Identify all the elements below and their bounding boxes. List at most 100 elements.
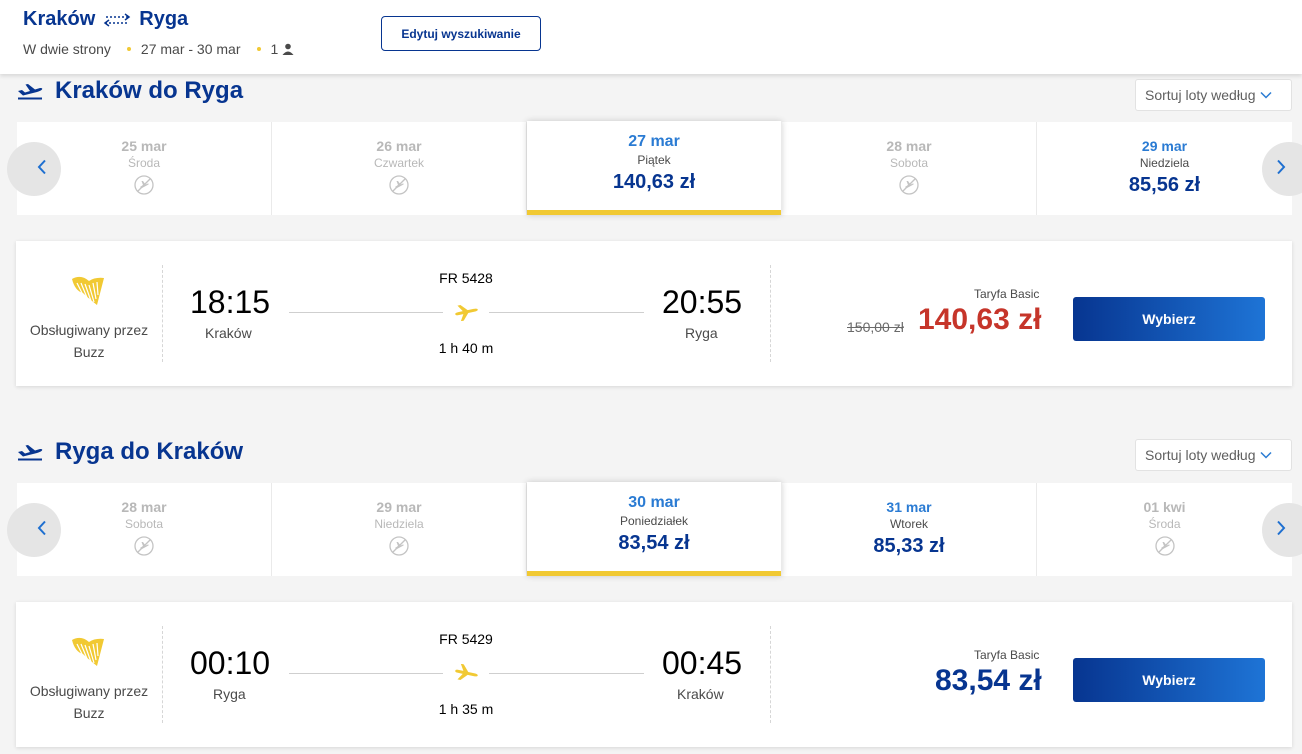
chevron-right-icon — [1276, 159, 1286, 180]
passenger-count: 1 — [270, 41, 279, 57]
tile-price: 85,33 zł — [873, 535, 945, 557]
operator-text: Obsługiwany przez Buzz — [29, 322, 149, 360]
date-tile: 29 mar Niedziela — [272, 483, 527, 576]
tile-price: 140,63 zł — [612, 171, 696, 193]
divider — [770, 626, 771, 723]
departure-city: Kraków — [205, 325, 252, 341]
tile-weekday: Poniedziałek — [619, 514, 689, 528]
date-tile[interactable]: 31 mar Wtorek 85,33 zł — [782, 483, 1037, 576]
plane-icon — [453, 663, 479, 687]
inbound-date-carousel: 28 mar Sobota 29 mar Niedziela 30 mar Po… — [7, 482, 1302, 576]
date-tile[interactable]: 29 mar Niedziela 85,56 zł — [1037, 122, 1292, 215]
destination-city: Ryga — [139, 8, 189, 30]
departure-time: 00:10 — [190, 645, 271, 681]
tile-date: 26 mar — [376, 138, 422, 154]
separator-dot — [256, 47, 261, 51]
plane-takeoff-icon — [17, 443, 43, 461]
tile-weekday: Sobota — [889, 156, 929, 170]
flight-number: FR 5428 — [439, 270, 493, 286]
date-tile: 01 kwi Środa — [1037, 483, 1292, 576]
tile-date: 30 mar — [628, 494, 680, 511]
previous-dates-button[interactable] — [7, 503, 61, 557]
route-line — [289, 312, 443, 313]
tile-weekday: Wtorek — [889, 517, 928, 531]
outbound-date-carousel: 25 mar Środa 26 mar Czwartek 27 mar Piąt… — [7, 121, 1302, 215]
departure-city: Ryga — [213, 686, 246, 702]
passenger-icon — [282, 43, 294, 55]
section-title-text: Ryga do Kraków — [55, 438, 244, 465]
select-flight-button[interactable]: Wybierz — [1073, 658, 1265, 702]
tile-price: 83,54 zł — [618, 532, 690, 554]
chevron-right-icon — [1276, 520, 1286, 541]
tile-weekday: Piątek — [637, 153, 671, 167]
tile-date: 01 kwi — [1143, 499, 1186, 515]
sort-label: Sortuj loty według — [1145, 447, 1256, 463]
date-tile-selected[interactable]: 27 mar Piątek 140,63 zł — [527, 121, 782, 215]
section-title-text: Kraków do Ryga — [55, 77, 244, 104]
date-tile-selected[interactable]: 30 mar Poniedziałek 83,54 zł — [527, 482, 782, 576]
trip-header: Kraków Ryga W dwie strony 27 mar - 30 ma… — [0, 0, 1302, 74]
no-flight-icon — [899, 175, 919, 195]
no-flight-icon — [1154, 536, 1175, 556]
no-flight-icon — [134, 536, 154, 556]
trip-dates: 27 mar - 30 mar — [140, 41, 241, 57]
route-line — [289, 673, 443, 674]
chevron-left-icon — [37, 159, 47, 180]
old-price: 150,00 zł — [847, 319, 904, 335]
arrival-city: Ryga — [685, 325, 718, 341]
divider — [770, 265, 771, 362]
selected-indicator — [527, 210, 781, 215]
tile-weekday: Niedziela — [1139, 156, 1190, 170]
origin-city: Kraków — [23, 8, 96, 30]
operator-block: Obsługiwany przez Buzz — [16, 602, 162, 747]
chevron-left-icon — [37, 520, 47, 541]
tile-date: 31 mar — [886, 499, 932, 515]
harp-logo — [69, 275, 107, 314]
sort-label: Sortuj loty według — [1145, 87, 1256, 103]
previous-dates-button[interactable] — [7, 142, 61, 196]
edit-search-button[interactable]: Edytuj wyszukiwanie — [381, 16, 541, 51]
route-line — [489, 673, 644, 674]
divider — [162, 265, 163, 362]
arrival-city: Kraków — [677, 686, 724, 702]
arrival-time: 00:45 — [662, 645, 743, 681]
tile-date: 29 mar — [376, 499, 422, 515]
tile-weekday: Środa — [1148, 517, 1181, 531]
flight-price: 83,54 zł — [935, 664, 1042, 697]
fare-label: Taryfa Basic — [974, 287, 1040, 301]
no-flight-icon — [389, 175, 409, 195]
select-flight-button[interactable]: Wybierz — [1073, 297, 1265, 341]
divider — [162, 626, 163, 723]
no-flight-icon — [389, 536, 409, 556]
departure-time: 18:15 — [190, 284, 271, 320]
outbound-flight-card: Obsługiwany przez Buzz 18:15 Kraków FR 5… — [16, 241, 1292, 386]
date-tile: 26 mar Czwartek — [272, 122, 527, 215]
outbound-section-title: Kraków do Ryga — [17, 77, 243, 105]
flight-duration: 1 h 35 m — [438, 701, 494, 717]
fare-label: Taryfa Basic — [974, 648, 1040, 662]
tile-date: 29 mar — [1141, 138, 1188, 154]
tile-weekday: Czwartek — [373, 156, 424, 170]
route-title: Kraków Ryga — [23, 8, 188, 31]
plane-icon — [453, 303, 479, 326]
inbound-flight-card: Obsługiwany przez Buzz 00:10 Ryga FR 542… — [16, 602, 1292, 747]
tile-weekday: Niedziela — [374, 517, 424, 531]
arrival-time: 20:55 — [662, 284, 743, 320]
harp-logo — [69, 636, 107, 675]
operator-block: Obsługiwany przez Buzz — [16, 241, 162, 386]
inbound-section-title: Ryga do Kraków — [17, 438, 243, 466]
no-flight-icon — [134, 175, 154, 195]
flight-price: 140,63 zł — [918, 303, 1042, 336]
chevron-down-icon — [1259, 451, 1272, 459]
route-line — [489, 312, 644, 313]
sort-dropdown[interactable]: Sortuj loty według — [1135, 439, 1292, 471]
trip-type: W dwie strony — [23, 41, 111, 57]
tile-date: 27 mar — [628, 133, 680, 150]
selected-indicator — [527, 571, 781, 576]
separator-dot — [126, 47, 131, 51]
chevron-down-icon — [1259, 91, 1272, 99]
sort-dropdown[interactable]: Sortuj loty według — [1135, 79, 1292, 111]
tile-price: 85,56 zł — [1128, 174, 1201, 196]
tile-date: 28 mar — [886, 138, 932, 154]
operator-text: Obsługiwany przez Buzz — [29, 683, 149, 721]
